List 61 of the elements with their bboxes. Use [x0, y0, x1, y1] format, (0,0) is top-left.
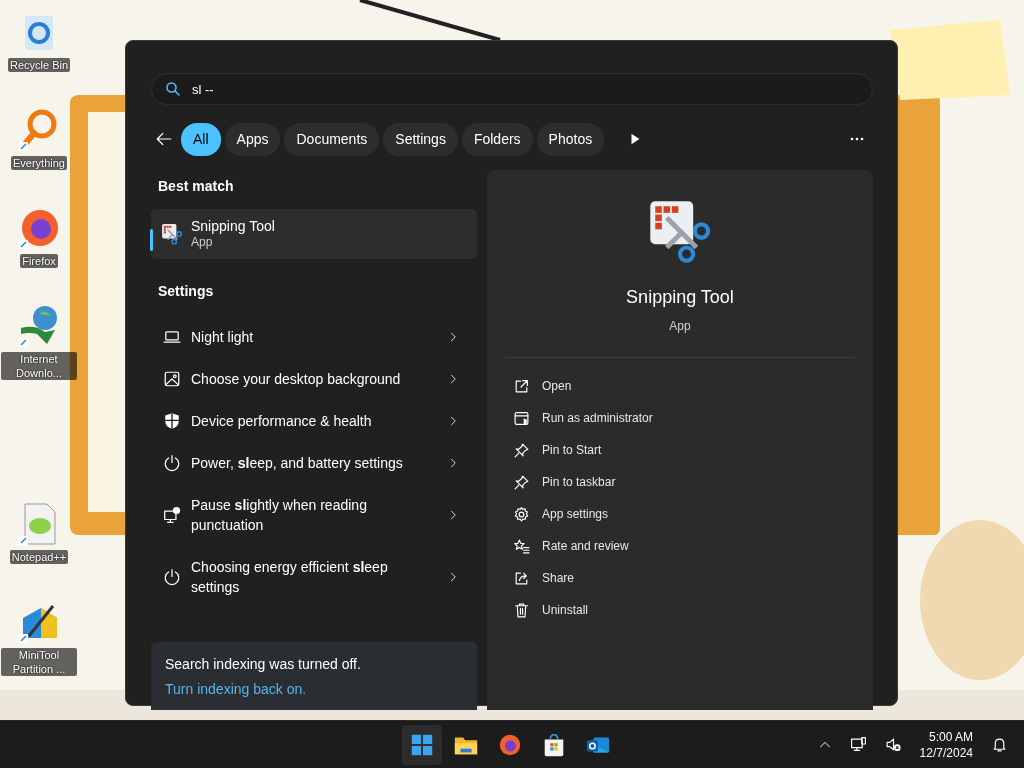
desktop-icon-label[interactable]: Firefox [20, 254, 58, 268]
action-item[interactable]: Share [511, 562, 577, 594]
action-item[interactable]: Rate and review [511, 530, 631, 562]
section-heading: Best match [157, 177, 235, 196]
gear-icon [513, 505, 530, 523]
windows-logo-icon [409, 732, 435, 758]
filter-tab[interactable]: Documents [284, 122, 380, 156]
settings-result-item[interactable]: Device performance & health [151, 400, 477, 442]
settings-result-item[interactable]: Night light [151, 316, 477, 358]
open-external-icon [513, 377, 530, 395]
settings-result-item[interactable]: Choose your desktop background [151, 358, 477, 400]
desktop-icon-label[interactable]: Internet Downlo... [1, 352, 77, 380]
firefox-icon [497, 732, 523, 758]
trash-icon [513, 601, 530, 619]
snipping-tool-icon [647, 198, 713, 264]
snipping-tool-icon [161, 223, 183, 245]
settings-result-item[interactable]: Power, sleep, and battery settings [151, 442, 477, 484]
action-item[interactable]: Run as administrator [511, 402, 655, 434]
search-field[interactable]: sl -- [151, 73, 873, 105]
section-heading: Settings [157, 282, 215, 301]
app-type: App [669, 318, 691, 335]
notice-text: Search indexing was turned off. [165, 655, 362, 674]
monitor-speech-icon [163, 506, 181, 524]
app-title: Snipping Tool [626, 286, 734, 309]
clock-button[interactable]: 5:00 AM 12/7/2024 [915, 728, 977, 761]
filter-tab[interactable]: All [181, 122, 221, 156]
search-icon [165, 81, 181, 97]
settings-result-item[interactable]: Choosing energy efficient sleep settings [151, 546, 477, 608]
pin-icon [513, 441, 530, 459]
power-icon [163, 454, 181, 472]
desktop-icon-label[interactable]: Notepad++ [9, 550, 69, 564]
app-type: App [191, 235, 214, 250]
filter-tab[interactable]: Photos [536, 122, 605, 156]
laptop-icon [163, 328, 181, 346]
filter-tab[interactable]: Settings [383, 122, 458, 156]
settings-result-item[interactable]: Pause slightly when reading punctuation [151, 484, 477, 546]
clock-time: 5:00 AM [927, 728, 973, 745]
action-item[interactable]: Uninstall [511, 594, 591, 626]
desktop-icon-label[interactable]: Recycle Bin [7, 58, 71, 72]
desktop-icon-label[interactable]: Everything [11, 156, 67, 170]
filter-tab[interactable]: Folders [461, 122, 533, 156]
network-monitor-icon [849, 736, 867, 753]
bell-icon [991, 736, 1008, 753]
star-list-icon [513, 537, 530, 555]
pin-icon [513, 473, 530, 491]
back-arrow-icon [155, 130, 173, 148]
action-item[interactable]: App settings [511, 498, 611, 530]
image-icon [163, 370, 181, 388]
shield-icon [163, 412, 181, 430]
best-match-item[interactable]: Snipping Tool App [151, 209, 477, 259]
filter-tab[interactable]: Apps [224, 122, 281, 156]
action-item[interactable]: Pin to Start [511, 434, 604, 466]
action-item[interactable]: Open [511, 370, 574, 402]
action-item[interactable]: Pin to taskbar [511, 466, 618, 498]
app-title: Snipping Tool [191, 218, 275, 235]
window-shield-icon [513, 409, 530, 427]
power-icon [163, 568, 181, 586]
speaker-muted-icon [884, 736, 902, 753]
indexing-link[interactable]: Turn indexing back on. [165, 681, 307, 697]
desktop-icon-label[interactable]: MiniTool Partition ... [1, 648, 77, 676]
clock-date: 12/7/2024 [919, 744, 973, 761]
